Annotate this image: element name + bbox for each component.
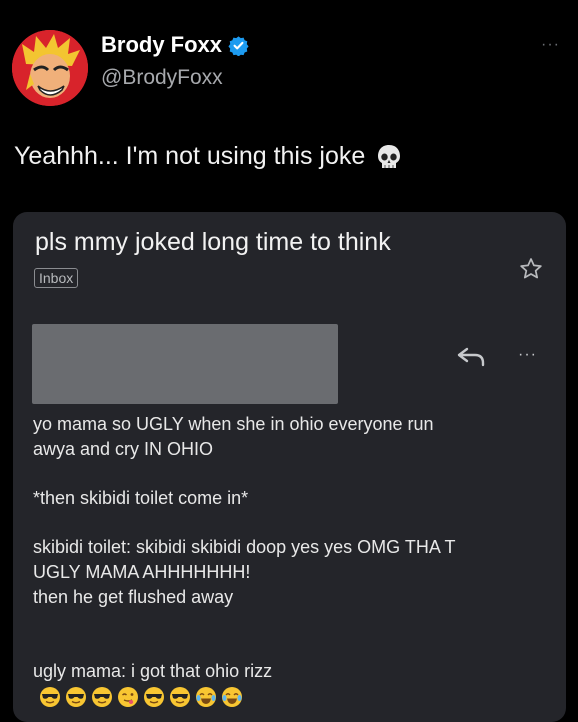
handle[interactable]: @BrodyFoxx (101, 66, 223, 90)
email-paragraph-2: *then skibidi toilet come in* (33, 488, 249, 508)
tweet-text: Yeahhh... I'm not using this joke (14, 142, 403, 171)
avatar[interactable] (12, 30, 88, 106)
email-body: yo mama so UGLY when she in ohio everyon… (33, 412, 543, 709)
more-options-icon[interactable]: ··· (541, 36, 560, 54)
tears-of-joy-emoji-icon (222, 687, 242, 708)
email-paragraph-1: yo mama so UGLY when she in ohio everyon… (33, 414, 434, 459)
tears-of-joy-emoji-icon (196, 687, 216, 708)
email-paragraph-4: ugly mama: i got that ohio rizz (33, 634, 543, 709)
wink-tongue-emoji-icon (118, 687, 138, 708)
sunglasses-emoji-icon (92, 687, 112, 708)
email-paragraph-3: skibidi toilet: skibidi skibidi doop yes… (33, 537, 456, 607)
display-name[interactable]: Brody Foxx (101, 32, 222, 58)
name-row: Brody Foxx (101, 32, 249, 58)
tweet-text-content: Yeahhh... I'm not using this joke (14, 142, 366, 170)
sunglasses-emoji-icon (170, 687, 190, 708)
email-paragraph-4-text: ugly mama: i got that ohio rizz (33, 661, 273, 681)
emoji-row (39, 686, 247, 708)
sunglasses-emoji-icon (144, 687, 164, 708)
email-more-options-icon[interactable]: ··· (518, 346, 537, 364)
sunglasses-emoji-icon (40, 687, 60, 708)
sender-redacted-block (32, 324, 338, 404)
star-icon[interactable] (518, 256, 544, 282)
reply-icon[interactable] (455, 344, 487, 368)
email-card[interactable]: pls mmy joked long time to think Inbox ·… (13, 212, 566, 722)
avatar-image (12, 30, 88, 106)
sunglasses-emoji-icon (66, 687, 86, 708)
verified-badge-icon (228, 35, 249, 56)
tweet-header: Brody Foxx @BrodyFoxx ··· (12, 18, 566, 106)
skull-emoji-icon (378, 144, 401, 168)
inbox-label-badge[interactable]: Inbox (34, 268, 79, 288)
email-subject: pls mmy joked long time to think (35, 228, 391, 256)
